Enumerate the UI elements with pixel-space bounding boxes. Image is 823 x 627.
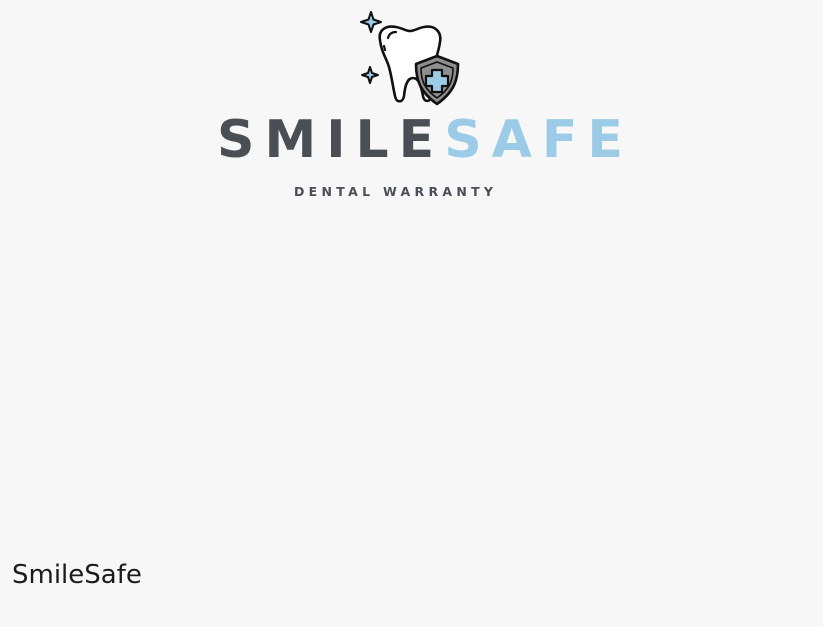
- image-caption: SmileSafe: [12, 560, 142, 590]
- wordmark-safe: SAFE: [444, 110, 633, 170]
- brand-logo: SMILESAFE DENTAL WARRANTY: [0, 0, 823, 210]
- tooth-shield-icon: [360, 11, 460, 106]
- logo-tagline: DENTAL WARRANTY: [294, 184, 498, 199]
- wordmark-smile: SMILE: [217, 110, 445, 170]
- logo-wordmark: SMILESAFE: [217, 110, 623, 170]
